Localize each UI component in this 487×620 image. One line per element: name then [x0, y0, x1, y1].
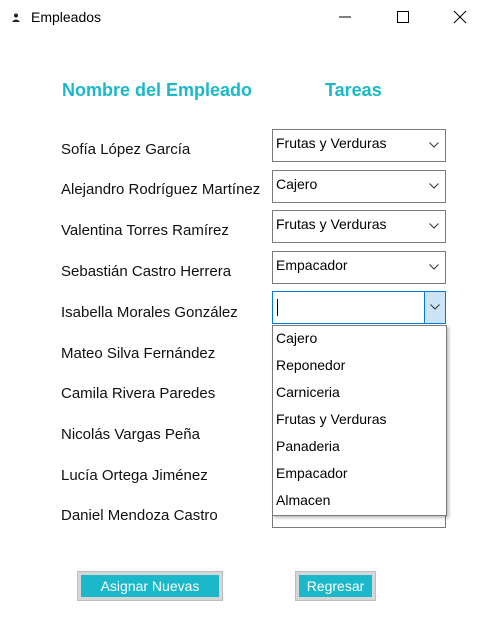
chevron-down-icon — [429, 183, 439, 189]
employee-name: Camila Rivera Paredes — [61, 385, 216, 402]
dropdown-option[interactable]: Reponedor — [276, 357, 345, 373]
dropdown-option[interactable]: Carniceria — [276, 384, 340, 400]
close-button[interactable] — [437, 0, 483, 34]
task-select-value: Empacador — [276, 257, 348, 273]
employee-name: Daniel Mendoza Castro — [61, 507, 218, 524]
employee-name: Nicolás Vargas Peña — [61, 426, 200, 443]
task-select[interactable]: Frutas y Verduras — [272, 129, 446, 162]
chevron-down-icon — [430, 304, 440, 310]
app-icon — [10, 11, 22, 23]
employee-name: Valentina Torres Ramírez — [61, 222, 229, 239]
chevron-down-icon — [429, 142, 439, 148]
employee-name: Sofía López García — [61, 141, 191, 158]
employee-name: Sebastián Castro Herrera — [61, 263, 232, 280]
employee-name: Lucía Ortega Jiménez — [61, 467, 208, 484]
task-select-open[interactable] — [272, 291, 446, 324]
task-select[interactable]: Empacador — [272, 251, 446, 284]
dropdown-option[interactable]: Panaderia — [276, 438, 340, 454]
assign-new-button[interactable]: Asignar Nuevas — [77, 571, 223, 601]
title-bar: Empleados — [0, 0, 487, 36]
chevron-down-icon — [429, 264, 439, 270]
task-select[interactable]: Cajero — [272, 170, 446, 203]
task-select-value: Frutas y Verduras — [276, 216, 387, 232]
dropdown-option[interactable]: Almacen — [276, 492, 330, 508]
employee-name: Mateo Silva Fernández — [61, 345, 216, 362]
dropdown-option[interactable]: Empacador — [276, 465, 348, 481]
maximize-icon — [397, 11, 409, 23]
dropdown-button[interactable] — [424, 292, 445, 323]
text-caret — [277, 299, 278, 316]
task-select-value: Cajero — [276, 176, 318, 192]
task-dropdown-list: Cajero Reponedor Carniceria Frutas y Ver… — [272, 325, 447, 516]
minimize-icon — [339, 16, 351, 18]
minimize-button[interactable] — [322, 0, 368, 34]
employee-name-header: Nombre del Empleado — [62, 80, 253, 100]
task-select[interactable]: Frutas y Verduras — [272, 210, 446, 243]
chevron-down-icon — [429, 223, 439, 229]
close-icon — [453, 10, 467, 24]
employee-name: Alejandro Rodríguez Martínez — [61, 181, 261, 198]
back-button[interactable]: Regresar — [295, 571, 376, 601]
dropdown-option[interactable]: Frutas y Verduras — [276, 411, 387, 427]
employee-name: Isabella Morales González — [61, 304, 238, 321]
tasks-header: Tareas — [325, 80, 382, 100]
maximize-button[interactable] — [380, 0, 426, 34]
task-select-value: Frutas y Verduras — [276, 135, 387, 151]
dropdown-option[interactable]: Cajero — [276, 330, 317, 346]
window-title: Empleados — [31, 9, 102, 25]
